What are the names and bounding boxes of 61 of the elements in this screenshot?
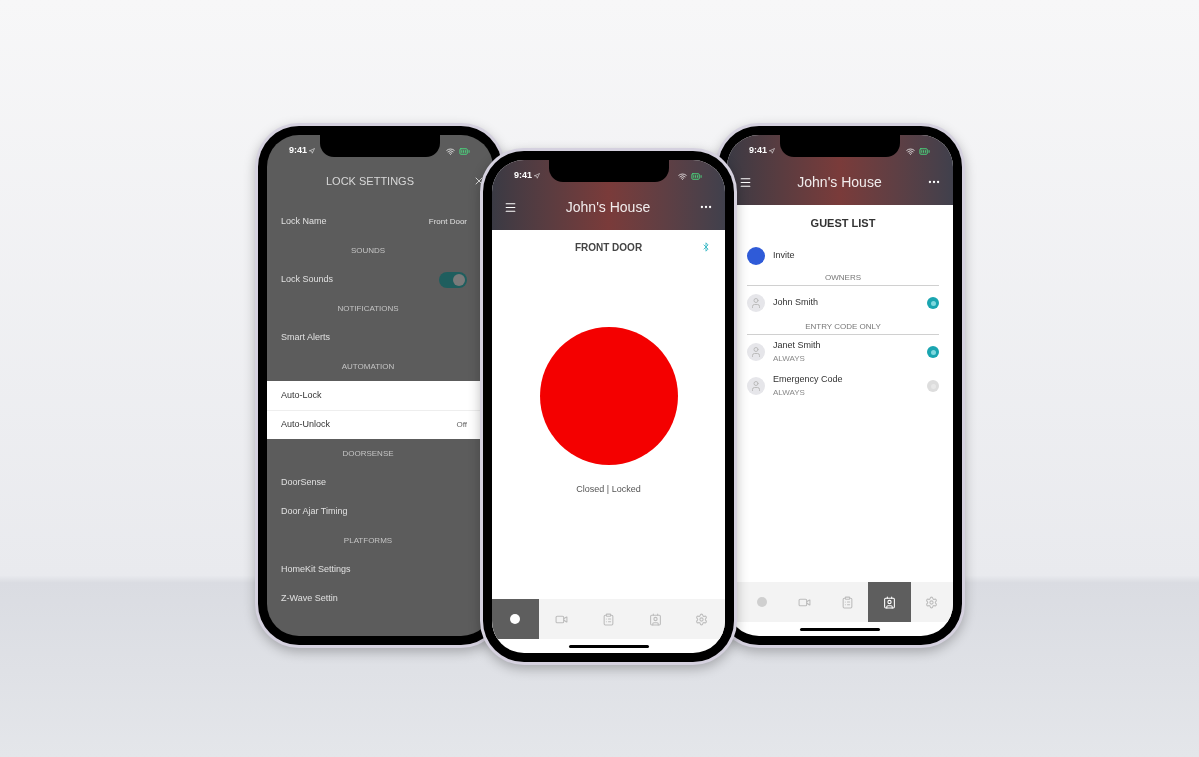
invite-link[interactable]: Invite	[773, 249, 795, 263]
location-icon	[309, 148, 315, 154]
section-header: PLATFORMS	[343, 534, 393, 547]
tab[interactable]	[868, 582, 911, 622]
settings-icon	[925, 595, 939, 609]
group-header: OWNERS	[825, 272, 861, 284]
toggle-switch[interactable]	[439, 271, 467, 288]
invite-avatar-icon	[747, 247, 765, 265]
bluetooth-icon	[701, 242, 711, 252]
avatar-icon	[747, 294, 765, 312]
screen-title: LOCK SETTINGS	[326, 173, 414, 189]
setting-label[interactable]: Z-Wave Settin	[281, 591, 338, 606]
person-card-icon	[648, 612, 662, 626]
wifi-icon	[906, 146, 915, 156]
guest-name: Emergency Code	[773, 373, 844, 387]
settings-icon	[695, 612, 709, 626]
tab[interactable]	[492, 599, 539, 639]
battery-icon	[918, 145, 931, 157]
section-header: SOUNDS	[350, 244, 386, 257]
guest-row[interactable]: John Smith	[747, 286, 939, 320]
status-time: 9:41	[514, 169, 532, 183]
setting-label[interactable]: Smart Alerts	[281, 330, 330, 345]
setting-label[interactable]: Door Ajar Timing	[281, 504, 348, 519]
setting-label[interactable]: Auto-Lock	[281, 388, 322, 403]
setting-label[interactable]: HomeKit Settings	[281, 562, 351, 577]
guest-name: John Smith	[773, 296, 820, 310]
wifi-icon	[446, 146, 455, 156]
lock-status: Closed | Locked	[576, 483, 641, 497]
setting-label[interactable]: Lock Name	[281, 214, 327, 229]
house-name: John's House	[565, 197, 651, 217]
setting-label[interactable]: Auto-Unlock	[281, 418, 331, 432]
person-card-icon	[882, 595, 896, 609]
house-name: John's House	[797, 172, 882, 192]
setting-label[interactable]: Lock Sounds	[281, 272, 334, 287]
list-icon	[840, 595, 854, 609]
guest-name: Janet Smith	[773, 339, 822, 353]
wifi-icon	[678, 171, 687, 181]
avatar-icon	[747, 377, 765, 395]
menu-icon[interactable]	[739, 175, 752, 189]
status-time: 9:41	[289, 144, 307, 158]
guest-schedule: ALWAYS	[773, 386, 806, 399]
section-header: DOORSENSE	[342, 447, 394, 460]
battery-icon	[458, 145, 471, 157]
location-icon	[769, 148, 775, 154]
section-header: NOTIFICATIONS	[337, 302, 399, 315]
guest-row[interactable]: Emergency Code ALWAYS	[747, 369, 939, 403]
setting-value: Front Door	[428, 215, 467, 228]
guest-row[interactable]: Janet Smith ALWAYS	[747, 335, 939, 369]
guest-schedule: ALWAYS	[773, 352, 806, 365]
section-header: AUTOMATION	[341, 360, 395, 373]
lock-name: FRONT DOOR	[574, 241, 643, 255]
list-icon	[602, 612, 615, 626]
status-time: 9:41	[749, 144, 767, 158]
screen-title: GUEST LIST	[810, 215, 876, 231]
group-header: ENTRY CODE ONLY	[805, 321, 881, 333]
avatar-icon	[747, 343, 765, 361]
setting-value: Off	[456, 419, 467, 431]
battery-icon	[690, 170, 703, 182]
menu-icon[interactable]	[504, 200, 517, 214]
setting-label[interactable]: DoorSense	[281, 475, 327, 490]
location-icon	[534, 173, 540, 179]
